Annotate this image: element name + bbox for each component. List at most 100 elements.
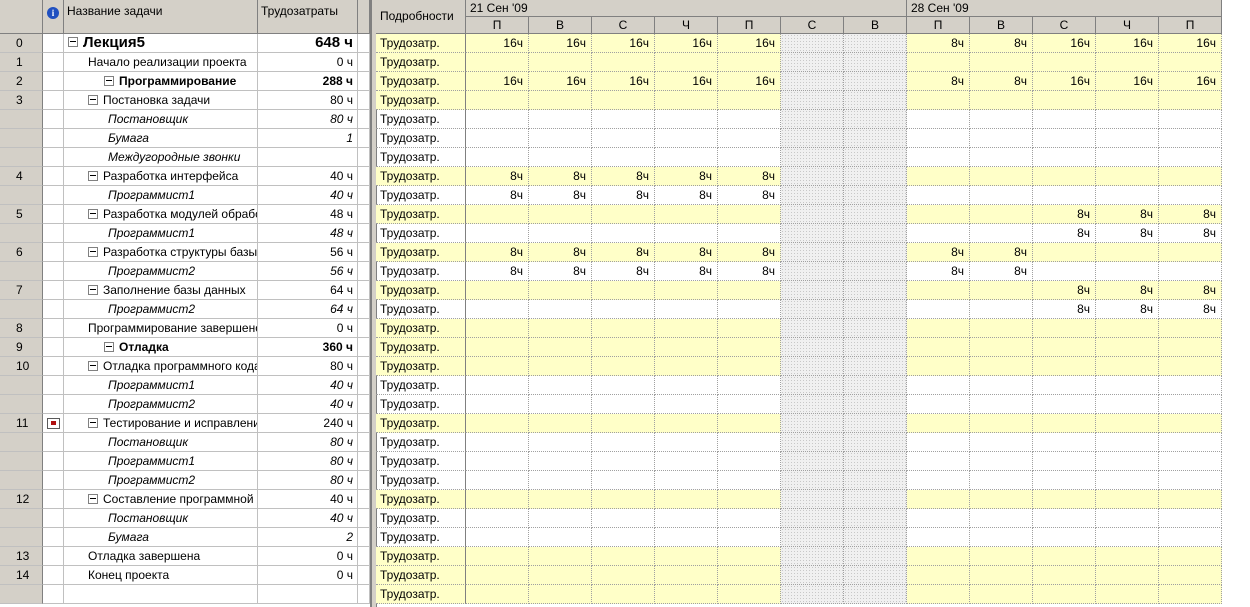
work-value-cell[interactable]: [1159, 167, 1222, 186]
work-value-cell[interactable]: 8ч: [718, 167, 781, 186]
work-value-cell[interactable]: [907, 547, 970, 566]
work-value-cell[interactable]: [592, 53, 655, 72]
work-value-cell[interactable]: [907, 490, 970, 509]
work-cell[interactable]: 80 ч: [258, 357, 358, 376]
work-value-cell[interactable]: [718, 224, 781, 243]
work-value-cell[interactable]: [970, 110, 1033, 129]
work-value-cell[interactable]: [466, 53, 529, 72]
work-value-cell[interactable]: [1159, 490, 1222, 509]
row-id[interactable]: [0, 110, 43, 129]
work-value-cell[interactable]: [970, 281, 1033, 300]
work-value-cell[interactable]: 8ч: [655, 262, 718, 281]
task-name-cell[interactable]: [64, 585, 258, 604]
work-value-cell[interactable]: [844, 167, 907, 186]
work-value-cell[interactable]: [907, 566, 970, 585]
work-value-cell[interactable]: [466, 414, 529, 433]
work-value-cell[interactable]: [844, 319, 907, 338]
work-value-cell[interactable]: [970, 319, 1033, 338]
task-row[interactable]: Бумага 1: [0, 129, 370, 148]
work-value-cell[interactable]: [466, 319, 529, 338]
collapse-icon[interactable]: [88, 493, 98, 504]
work-cell[interactable]: 40 ч: [258, 490, 358, 509]
work-value-cell[interactable]: [844, 395, 907, 414]
row-id[interactable]: 14: [0, 566, 43, 585]
work-value-cell[interactable]: [529, 547, 592, 566]
work-value-cell[interactable]: [1096, 376, 1159, 395]
work-value-cell[interactable]: [1033, 243, 1096, 262]
work-value-cell[interactable]: [844, 262, 907, 281]
work-value-cell[interactable]: [1096, 433, 1159, 452]
work-value-cell[interactable]: 8ч: [907, 72, 970, 91]
work-value-cell[interactable]: [529, 224, 592, 243]
row-id[interactable]: 11: [0, 414, 43, 433]
task-name-cell[interactable]: Отладка: [64, 338, 258, 357]
task-name-cell[interactable]: Бумага: [64, 129, 258, 148]
work-value-cell[interactable]: [655, 129, 718, 148]
work-value-cell[interactable]: 8ч: [1033, 300, 1096, 319]
work-value-cell[interactable]: [844, 566, 907, 585]
work-value-cell[interactable]: 8ч: [655, 186, 718, 205]
work-cell[interactable]: 0 ч: [258, 53, 358, 72]
collapse-icon[interactable]: [104, 341, 114, 352]
work-cell[interactable]: 240 ч: [258, 414, 358, 433]
day-header[interactable]: Ч: [1096, 17, 1159, 34]
work-value-cell[interactable]: [844, 433, 907, 452]
work-value-cell[interactable]: [844, 585, 907, 604]
work-value-cell[interactable]: [781, 110, 844, 129]
work-value-cell[interactable]: [655, 91, 718, 110]
row-id[interactable]: 4: [0, 167, 43, 186]
work-value-cell[interactable]: [907, 357, 970, 376]
work-value-cell[interactable]: [1033, 186, 1096, 205]
work-value-cell[interactable]: 16ч: [592, 34, 655, 53]
work-value-cell[interactable]: [781, 148, 844, 167]
work-value-cell[interactable]: [592, 547, 655, 566]
task-row[interactable]: Программист1 48 ч: [0, 224, 370, 243]
work-value-cell[interactable]: [592, 91, 655, 110]
task-row[interactable]: Постановщик 80 ч: [0, 110, 370, 129]
work-value-cell[interactable]: [1096, 91, 1159, 110]
work-value-cell[interactable]: 8ч: [718, 186, 781, 205]
work-value-cell[interactable]: [529, 53, 592, 72]
row-id[interactable]: [0, 376, 43, 395]
work-value-cell[interactable]: [592, 300, 655, 319]
work-value-cell[interactable]: [1096, 148, 1159, 167]
work-value-cell[interactable]: [781, 205, 844, 224]
work-value-cell[interactable]: 8ч: [466, 243, 529, 262]
work-value-cell[interactable]: [466, 471, 529, 490]
row-id[interactable]: 0: [0, 34, 43, 53]
note-indicator-icon[interactable]: [47, 418, 60, 429]
task-name-cell[interactable]: Конец проекта: [64, 566, 258, 585]
work-value-cell[interactable]: [907, 281, 970, 300]
work-value-cell[interactable]: [970, 300, 1033, 319]
work-value-cell[interactable]: [781, 224, 844, 243]
work-value-cell[interactable]: [1159, 509, 1222, 528]
work-value-cell[interactable]: [781, 471, 844, 490]
work-cell[interactable]: 0 ч: [258, 547, 358, 566]
work-value-cell[interactable]: [1096, 509, 1159, 528]
row-id[interactable]: 8: [0, 319, 43, 338]
work-value-cell[interactable]: [970, 509, 1033, 528]
work-value-cell[interactable]: [466, 281, 529, 300]
row-id[interactable]: 9: [0, 338, 43, 357]
work-value-cell[interactable]: [907, 110, 970, 129]
work-value-cell[interactable]: [592, 433, 655, 452]
work-value-cell[interactable]: [970, 376, 1033, 395]
row-id[interactable]: 6: [0, 243, 43, 262]
work-value-cell[interactable]: [1033, 452, 1096, 471]
work-value-cell[interactable]: 8ч: [529, 262, 592, 281]
work-value-cell[interactable]: [844, 452, 907, 471]
task-name-cell[interactable]: Программист2: [64, 471, 258, 490]
work-value-cell[interactable]: 16ч: [529, 72, 592, 91]
work-value-cell[interactable]: [1033, 91, 1096, 110]
details-header[interactable]: Подробности: [376, 0, 466, 34]
work-value-cell[interactable]: [1159, 528, 1222, 547]
work-value-cell[interactable]: 16ч: [1096, 72, 1159, 91]
work-value-cell[interactable]: [907, 471, 970, 490]
collapse-icon[interactable]: [104, 75, 114, 86]
work-value-cell[interactable]: [1033, 110, 1096, 129]
work-value-cell[interactable]: [466, 148, 529, 167]
work-value-cell[interactable]: [1159, 433, 1222, 452]
work-value-cell[interactable]: [781, 186, 844, 205]
work-value-cell[interactable]: [529, 395, 592, 414]
work-cell[interactable]: 64 ч: [258, 281, 358, 300]
